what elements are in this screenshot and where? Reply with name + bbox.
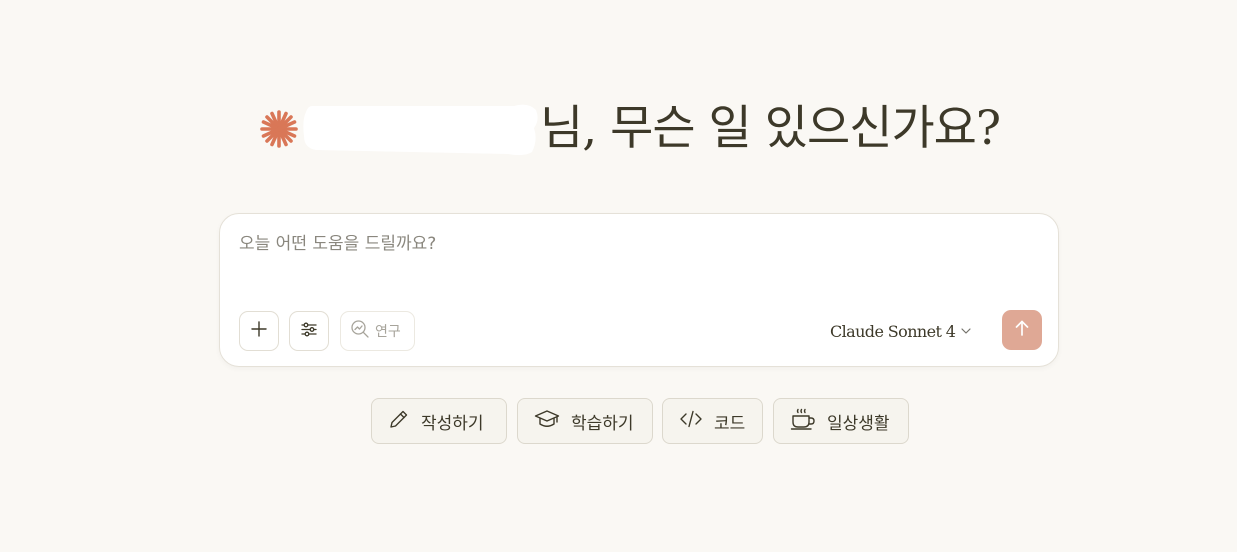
graduation-cap-icon bbox=[534, 408, 560, 434]
add-content-button[interactable] bbox=[239, 311, 279, 351]
user-name-redaction bbox=[302, 100, 538, 156]
code-icon bbox=[679, 408, 703, 434]
chip-label: 일상생활 bbox=[827, 413, 890, 434]
chip-learning[interactable]: 학습하기 bbox=[517, 398, 653, 444]
chip-label: 코드 bbox=[714, 413, 746, 434]
prompt-input[interactable] bbox=[239, 234, 1019, 254]
chip-writing[interactable]: 작성하기 bbox=[371, 398, 507, 444]
model-name: Claude Sonnet 4 bbox=[830, 321, 956, 341]
model-selector[interactable]: Claude Sonnet 4 bbox=[830, 318, 972, 344]
tools-settings-button[interactable] bbox=[289, 311, 329, 351]
greeting: 님, 무슨 일 있으신가요? bbox=[258, 92, 1001, 164]
claude-spark-icon bbox=[258, 108, 300, 150]
chip-label: 작성하기 bbox=[421, 413, 484, 434]
research-button[interactable]: 연구 bbox=[340, 311, 415, 351]
pencil-icon bbox=[388, 408, 410, 434]
arrow-up-icon bbox=[1013, 319, 1031, 341]
plus-icon bbox=[250, 320, 268, 342]
chip-label: 학습하기 bbox=[571, 413, 634, 434]
coffee-cup-icon bbox=[790, 407, 816, 435]
greeting-text: 님, 무슨 일 있으신가요? bbox=[540, 100, 1001, 156]
claude-home: 님, 무슨 일 있으신가요? 오늘 어떤 도움을 드릴까요? 연구 Claude… bbox=[0, 0, 1237, 552]
chevron-down-icon bbox=[960, 322, 972, 341]
chip-daily-life[interactable]: 일상생활 bbox=[773, 398, 909, 444]
sliders-icon bbox=[300, 320, 318, 342]
composer: 연구 Claude Sonnet 4 bbox=[219, 213, 1059, 367]
research-magnifier-icon bbox=[350, 319, 370, 343]
research-label: 연구 bbox=[375, 324, 401, 340]
chip-code[interactable]: 코드 bbox=[662, 398, 763, 444]
send-button[interactable] bbox=[1002, 310, 1042, 350]
